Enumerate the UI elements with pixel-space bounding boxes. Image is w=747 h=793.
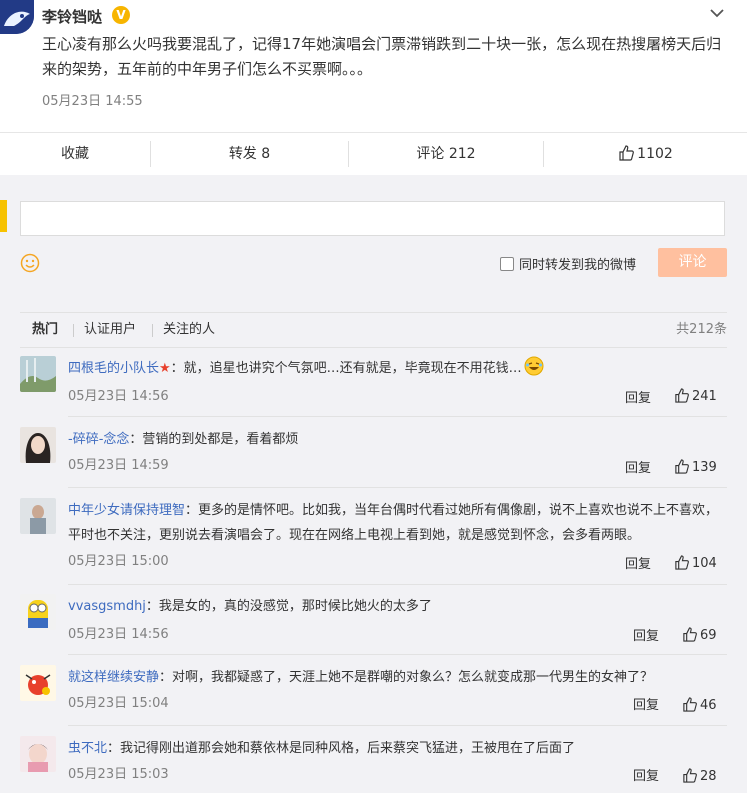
- comment-username[interactable]: 就这样继续安静: [68, 670, 159, 685]
- comment-like-button[interactable]: 104: [674, 555, 717, 574]
- comment-like-button[interactable]: 139: [674, 459, 717, 478]
- like-count: 1102: [637, 146, 673, 162]
- comment-item: vvasgsmdhj：我是女的，真的没感觉，那时候比她火的太多了 05月23日 …: [20, 594, 727, 655]
- thumbs-up-icon: [682, 697, 697, 716]
- comment-divider: [68, 584, 727, 585]
- comment-like-button[interactable]: 69: [682, 627, 717, 646]
- comment-like-button[interactable]: 241: [674, 388, 717, 407]
- thumbs-up-icon: [674, 459, 689, 478]
- comment-text: vvasgsmdhj：我是女的，真的没感觉，那时候比她火的太多了: [68, 594, 723, 619]
- author-avatar[interactable]: [0, 0, 34, 34]
- like-button[interactable]: 1102: [544, 133, 747, 175]
- comment-username[interactable]: 四根毛的小队长: [68, 361, 159, 376]
- filter-divider: [152, 324, 153, 337]
- comment-username[interactable]: vvasgsmdhj: [68, 599, 146, 614]
- reply-button[interactable]: 回复: [625, 457, 651, 476]
- weibo-post: 李铃铛哒 V 王心凌有那么火吗我要混乱了，记得17年她演唱会门票滞销跌到二十块一…: [0, 0, 747, 132]
- comment-avatar[interactable]: [20, 594, 56, 630]
- verified-badge-icon: V: [112, 6, 130, 24]
- reply-button[interactable]: 回复: [633, 694, 659, 713]
- comment-filter-bar: 热门 认证用户 关注的人 共212条: [20, 312, 727, 348]
- comment-timestamp: 05月23日 14:56: [68, 389, 169, 404]
- comment-divider: [68, 416, 727, 417]
- comment-item: 虫不北：我记得刚出道那会她和蔡依林是同种风格，后来蔡突飞猛进，王被甩在了后面了 …: [20, 736, 727, 793]
- comment-like-count: 104: [692, 556, 717, 571]
- comment-content: ：就，追星也讲究个气氛吧…还有就是，毕竟现在不用花钱…: [170, 361, 522, 376]
- comment-avatar[interactable]: [20, 736, 56, 772]
- thumbs-up-icon: [674, 555, 689, 574]
- comment-divider: [68, 487, 727, 488]
- comment-text: 就这样继续安静：对啊，我都疑惑了，天涯上她不是群嘲的对象么？怎么就变成那一代男生…: [68, 665, 723, 690]
- comment-like-count: 139: [692, 460, 717, 475]
- laughing-emoji-icon: [524, 356, 544, 385]
- comment-input[interactable]: [20, 201, 725, 236]
- reply-button[interactable]: 回复: [625, 553, 651, 572]
- comment-like-button[interactable]: 28: [682, 768, 717, 787]
- comment-item: 就这样继续安静：对啊，我都疑惑了，天涯上她不是群嘲的对象么？怎么就变成那一代男生…: [20, 665, 727, 726]
- thumbs-up-icon: [674, 388, 689, 407]
- comment-content: ：营销的到处都是，看着都烦: [129, 432, 299, 447]
- chevron-down-icon[interactable]: [708, 4, 726, 22]
- forward-label[interactable]: 同时转发到我的微博: [519, 254, 636, 273]
- comment-like-count: 46: [700, 698, 717, 713]
- comment-like-count: 28: [700, 769, 717, 784]
- comment-divider: [68, 725, 727, 726]
- comment-text: -碎碎-念念：营销的到处都是，看着都烦: [68, 427, 723, 452]
- filter-following[interactable]: 关注的人: [163, 313, 215, 347]
- thumbs-up-icon: [618, 136, 635, 178]
- repost-button[interactable]: 转发 8: [151, 133, 348, 175]
- filter-hot[interactable]: 热门: [32, 313, 58, 347]
- post-timestamp[interactable]: 05月23日 14:55: [42, 90, 143, 109]
- comment-text: 中年少女请保持理智：更多的是情怀吧。比如我，当年台偶时代看过她所有偶像剧，说不上…: [68, 498, 723, 548]
- comment-timestamp: 05月23日 15:04: [68, 696, 169, 711]
- comment-item: 四根毛的小队长★：就，追星也讲究个气氛吧…还有就是，毕竟现在不用花钱… 05月2…: [20, 356, 727, 426]
- comment-like-button[interactable]: 46: [682, 697, 717, 716]
- reply-button[interactable]: 回复: [633, 625, 659, 644]
- thumbs-up-icon: [682, 768, 697, 787]
- comment-text: 四根毛的小队长★：就，追星也讲究个气氛吧…还有就是，毕竟现在不用花钱…: [68, 356, 723, 385]
- submit-comment-button[interactable]: 评论: [658, 248, 727, 277]
- comment-total: 共212条: [676, 322, 727, 337]
- comment-username[interactable]: 虫不北: [68, 741, 107, 756]
- filter-verified[interactable]: 认证用户: [84, 313, 136, 347]
- comment-like-count: 241: [692, 389, 717, 404]
- post-text: 王心凌有那么火吗我要混乱了，记得17年她演唱会门票滞销跌到二十块一张，怎么现在热…: [42, 35, 722, 78]
- comment-avatar[interactable]: [20, 498, 56, 534]
- comment-like-count: 69: [700, 628, 717, 643]
- comment-username[interactable]: 中年少女请保持理智: [68, 503, 185, 518]
- filter-divider: [73, 324, 74, 337]
- reply-button[interactable]: 回复: [633, 765, 659, 784]
- collect-button[interactable]: 收藏: [0, 133, 150, 175]
- comment-avatar[interactable]: [20, 356, 56, 392]
- reply-button[interactable]: 回复: [625, 387, 651, 406]
- author-name[interactable]: 李铃铛哒: [42, 6, 102, 27]
- comment-text: 虫不北：我记得刚出道那会她和蔡依林是同种风格，后来蔡突飞猛进，王被甩在了后面了: [68, 736, 723, 761]
- author-avatar-image: [0, 0, 34, 34]
- comment-timestamp: 05月23日 15:00: [68, 554, 169, 569]
- thumbs-up-icon: [682, 627, 697, 646]
- forward-checkbox[interactable]: [500, 257, 514, 271]
- side-tab[interactable]: [0, 200, 7, 232]
- comment-avatar[interactable]: [20, 665, 56, 701]
- comment-timestamp: 05月23日 14:59: [68, 458, 169, 473]
- comment-avatar[interactable]: [20, 427, 56, 463]
- comment-content: ：我是女的，真的没感觉，那时候比她火的太多了: [145, 599, 432, 614]
- comment-divider: [68, 654, 727, 655]
- comment-timestamp: 05月23日 15:03: [68, 767, 169, 782]
- post-action-bar: 收藏 转发 8 评论 212 1102: [0, 132, 747, 176]
- comment-username[interactable]: -碎碎-念念: [68, 432, 129, 447]
- comment-content: ：我记得刚出道那会她和蔡依林是同种风格，后来蔡突飞猛进，王被甩在了后面了: [107, 741, 576, 756]
- comment-content: ：对啊，我都疑惑了，天涯上她不是群嘲的对象么？怎么就变成那一代男生的女神了？: [159, 670, 654, 685]
- emoji-icon[interactable]: [20, 253, 40, 273]
- star-icon: ★: [159, 361, 171, 376]
- comment-item: -碎碎-念念：营销的到处都是，看着都烦 05月23日 14:59 回复 139: [20, 427, 727, 488]
- comment-item: 中年少女请保持理智：更多的是情怀吧。比如我，当年台偶时代看过她所有偶像剧，说不上…: [20, 498, 727, 586]
- comment-button[interactable]: 评论 212: [349, 133, 543, 175]
- comment-timestamp: 05月23日 14:56: [68, 627, 169, 642]
